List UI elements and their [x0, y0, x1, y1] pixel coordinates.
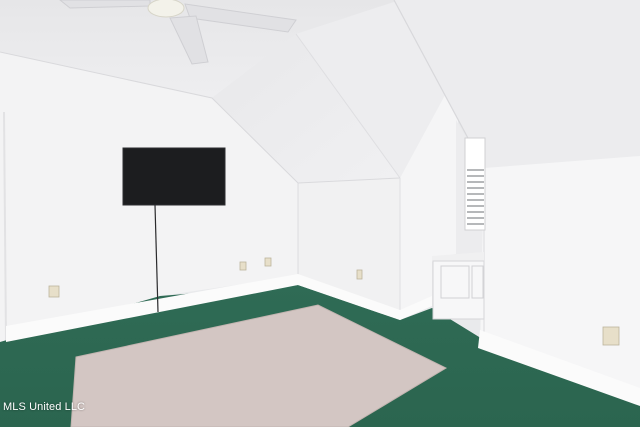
outlet: [602, 326, 620, 346]
window-frame: [464, 137, 486, 231]
outlet: [356, 269, 363, 280]
outlet: [239, 261, 247, 271]
watermark-text: MLS United LLC: [3, 401, 86, 413]
outlet: [48, 285, 60, 298]
outlet: [264, 257, 272, 267]
tv: [122, 147, 226, 206]
attic-room-photo: MLS United LLC: [0, 0, 640, 427]
room-illustration: [0, 0, 640, 427]
